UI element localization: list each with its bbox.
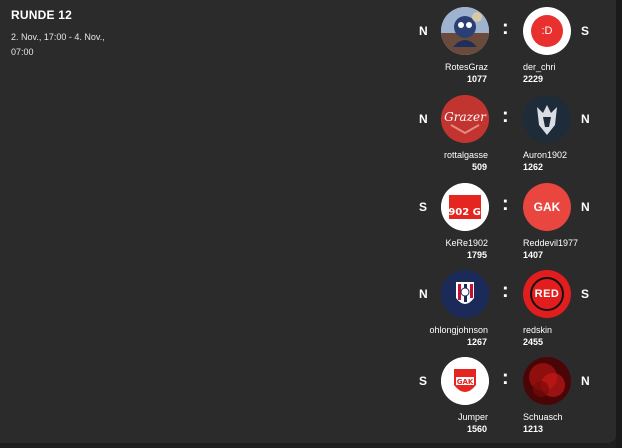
result-right: N xyxy=(581,374,590,388)
round-dates: 2. Nov., 17:00 - 4. Nov., 07:00 xyxy=(11,32,105,57)
red-logo-text: RED xyxy=(534,288,560,300)
player-left-score: 509 xyxy=(471,162,487,172)
player-right-score: 1262 xyxy=(523,162,544,172)
club-crest[interactable] xyxy=(441,270,489,318)
match-row[interactable]: S 1902 GA : GAK N KeRe1902 1795 Reddevil… xyxy=(405,183,605,263)
player-right-name[interactable]: redskin xyxy=(523,325,552,335)
red-logo[interactable]: RED xyxy=(523,270,571,318)
player-right-score: 1407 xyxy=(523,250,544,260)
match-row[interactable]: N Grazer : N rottalgasse 509 Auron1902 1… xyxy=(405,95,605,175)
cartoon-avatar[interactable] xyxy=(441,7,489,55)
grazer-logo[interactable]: Grazer xyxy=(441,95,489,143)
result-right: N xyxy=(581,200,590,214)
smiley-avatar[interactable]: :D xyxy=(523,7,571,55)
player-left-score: 1795 xyxy=(466,250,487,260)
match-separator: : xyxy=(502,17,509,39)
player-right-name[interactable]: Schuasch xyxy=(523,412,563,422)
match-separator: : xyxy=(502,193,509,215)
player-left-name[interactable]: rottalgasse xyxy=(444,150,488,160)
match-row[interactable]: N : RED S ohlongjohnson 1267 redskin 245… xyxy=(405,270,605,350)
player-right-name[interactable]: der_chri xyxy=(523,62,556,72)
match-separator: : xyxy=(502,280,509,302)
result-left: N xyxy=(419,24,428,38)
red-smoke-avatar[interactable] xyxy=(523,357,571,405)
gak-crest[interactable]: GAK xyxy=(441,357,489,405)
player-left-name[interactable]: ohlongjohnson xyxy=(429,325,488,335)
player-left-name[interactable]: KeRe1902 xyxy=(445,238,488,248)
gak-red-logo[interactable]: GAK xyxy=(523,183,571,231)
grazer-logo-text: Grazer xyxy=(444,110,487,124)
player-left-name[interactable]: RotesGraz xyxy=(445,62,488,72)
player-right-name[interactable]: Auron1902 xyxy=(523,150,567,160)
result-right: N xyxy=(581,112,590,126)
result-left: S xyxy=(419,200,428,214)
ga-1902-logo[interactable]: 1902 GA xyxy=(441,183,489,231)
gak-crest-text: GAK xyxy=(457,378,474,386)
gak-red-logo-text: GAK xyxy=(533,200,561,214)
knight-avatar[interactable] xyxy=(523,95,571,143)
match-separator: : xyxy=(502,367,509,389)
player-right-score: 1213 xyxy=(523,424,544,434)
ga-1902-logo-text: 1902 GA xyxy=(441,207,489,218)
scrollbar[interactable] xyxy=(616,0,622,448)
player-right-score: 2455 xyxy=(523,337,544,347)
match-separator: : xyxy=(502,105,509,127)
result-right: S xyxy=(581,287,590,301)
result-left: S xyxy=(419,374,428,388)
match-row[interactable]: S GAK : N Jumper 1560 Schuasch 1213 xyxy=(405,357,605,437)
round-card: RUNDE 12 2. Nov., 17:00 - 4. Nov., 07:00… xyxy=(0,0,616,443)
smiley-avatar-text: :D xyxy=(531,15,563,47)
match-row[interactable]: N : :D S RotesGraz 1077 der_chri 2229 xyxy=(405,7,605,87)
round-title: RUNDE 12 xyxy=(11,8,72,22)
player-left-score: 1077 xyxy=(466,74,487,84)
player-right-score: 2229 xyxy=(523,74,544,84)
player-right-name[interactable]: Reddevil1977 xyxy=(523,238,578,248)
result-right: S xyxy=(581,24,590,38)
result-left: N xyxy=(419,112,428,126)
player-left-score: 1560 xyxy=(466,424,487,434)
result-left: N xyxy=(419,287,428,301)
player-left-name[interactable]: Jumper xyxy=(458,412,488,422)
player-left-score: 1267 xyxy=(466,337,487,347)
